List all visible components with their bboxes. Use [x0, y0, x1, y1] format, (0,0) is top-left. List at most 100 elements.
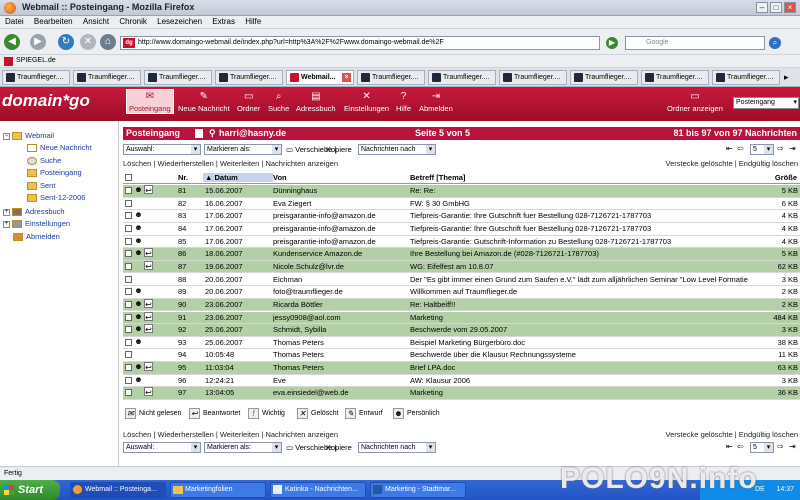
- row-from[interactable]: Eichman: [273, 274, 408, 286]
- row-checkbox[interactable]: [125, 212, 132, 220]
- messages-target-dropdown-bottom[interactable]: Nachrichten nach: [358, 442, 436, 453]
- toolbar-neue-nachricht[interactable]: ✎ Neue Nachricht: [178, 90, 230, 114]
- select-all-dropdown[interactable]: Auswahl:: [123, 144, 201, 155]
- start-button[interactable]: Start: [0, 480, 60, 500]
- row-from[interactable]: Schmidt, Sybilla: [273, 324, 408, 336]
- table-row[interactable]: 94 10:05:48 Thomas Peters Beschwerde über d…: [123, 349, 800, 363]
- first-page-icon[interactable]: ⇤: [726, 144, 733, 155]
- page-number-input-bottom[interactable]: 5: [750, 442, 774, 453]
- copy-link[interactable]: Kopiere: [326, 145, 352, 157]
- row-subject[interactable]: Willkommen auf Traumflieger.de: [410, 286, 755, 298]
- maximize-button[interactable]: □: [770, 2, 782, 13]
- col-betreff[interactable]: Betreff [Thema]: [410, 173, 465, 182]
- row-subject[interactable]: Marketing: [410, 312, 755, 324]
- row-subject[interactable]: Tiefpreis-Garantie: Ihre Gutschrift fuer…: [410, 223, 755, 235]
- row-from[interactable]: Dünninghaus: [273, 185, 408, 197]
- col-von[interactable]: Von: [273, 173, 287, 182]
- table-row[interactable]: ☻ ↩ 90 23.06.2007 Ricarda Böttler Re: Haltbei…: [123, 298, 800, 312]
- row-subject[interactable]: Der "Es gibt immer einen Grund zum Saufe…: [410, 274, 755, 286]
- first-page-icon[interactable]: ⇤: [726, 442, 733, 453]
- row-from[interactable]: preisgarantie-info@amazon.de: [273, 223, 408, 235]
- tab-10[interactable]: Traumflieger....: [641, 70, 709, 85]
- row-subject[interactable]: Re: Haltbeiff!!: [410, 299, 755, 311]
- row-from[interactable]: jessy0908@aol.com: [273, 312, 408, 324]
- row-checkbox[interactable]: [125, 187, 132, 194]
- row-checkbox[interactable]: [125, 199, 132, 207]
- row-subject[interactable]: Ihre Bestellung bei Amazon.de (#028-7126…: [410, 248, 755, 260]
- table-row[interactable]: ☻ 83 17.06.2007 preisgarantie-info@amazon.d…: [123, 210, 800, 223]
- toolbar-adressbuch[interactable]: ▤ Adressbuch: [296, 90, 336, 114]
- task-marketingfolien[interactable]: Marketingfolien: [170, 482, 266, 498]
- row-subject[interactable]: Brief LPA.doc: [410, 362, 755, 374]
- minimize-button[interactable]: –: [756, 2, 768, 13]
- prev-page-icon[interactable]: ⇦: [737, 144, 744, 155]
- row-subject[interactable]: FW: § 30 GmbHG: [410, 198, 755, 210]
- row-checkbox[interactable]: [125, 376, 132, 384]
- col-datum[interactable]: ▲ Datum: [203, 173, 273, 182]
- table-row[interactable]: ↩ 87 19.06.2007 Nicole.Schulz@lvr.de WG: Eif…: [123, 260, 800, 274]
- menu-extras[interactable]: Extras: [212, 17, 235, 26]
- tree-abmelden[interactable]: Abmelden: [13, 231, 60, 244]
- tree-webmail[interactable]: − Webmail: [3, 130, 54, 143]
- folder-select[interactable]: Posteingang ▾: [733, 97, 799, 109]
- home-icon[interactable]: ⌂: [100, 34, 116, 50]
- hide-deleted-links-bottom[interactable]: Verstecke gelöschte | Endgültig löschen: [658, 430, 798, 442]
- last-page-icon[interactable]: ⇥: [789, 144, 796, 155]
- task-katinka[interactable]: Katinka - Nachrichten...: [270, 482, 366, 498]
- toolbar-hilfe[interactable]: ? Hilfe: [396, 90, 411, 114]
- close-tab-icon[interactable]: ×: [342, 73, 351, 82]
- bookmark-spiegel[interactable]: SPIEGEL.de: [16, 57, 56, 64]
- last-page-icon[interactable]: ⇥: [789, 442, 796, 453]
- toolbar-posteingang[interactable]: ✉ Posteingang: [126, 89, 174, 114]
- toolbar-ordner[interactable]: ▭ Ordner: [237, 90, 260, 114]
- tree-adressbuch[interactable]: + Adressbuch: [3, 206, 65, 219]
- page-number-input[interactable]: 5: [750, 144, 774, 155]
- table-row[interactable]: ☻ ↩ 92 25.06.2007 Schmidt, Sybilla Beschwerde…: [123, 324, 800, 337]
- tree-sent-12-2006[interactable]: Sent-12-2006: [27, 192, 85, 205]
- table-row[interactable]: ☻ 93 25.06.2007 Thomas Peters Beispiel Marke…: [123, 337, 800, 350]
- row-checkbox[interactable]: [125, 237, 132, 245]
- go-icon[interactable]: ▶: [606, 37, 618, 49]
- table-row[interactable]: ☻ 85 17.06.2007 preisgarantie-info@amazon.d…: [123, 236, 800, 249]
- prev-page-icon[interactable]: ⇦: [737, 442, 744, 453]
- row-from[interactable]: Thomas Peters: [273, 349, 408, 361]
- table-row[interactable]: ☻ 96 12:24:21 Eve AW: Klausur 2006 3 KB: [123, 375, 800, 388]
- row-from[interactable]: eva.einsiedel@web.de: [273, 387, 408, 399]
- table-row[interactable]: 88 20.06.2007 Eichman Der "Es gibt immer ei…: [123, 274, 800, 287]
- mark-as-dropdown-bottom[interactable]: Markieren als:: [204, 442, 282, 453]
- row-checkbox[interactable]: [125, 326, 132, 334]
- row-checkbox[interactable]: [125, 389, 132, 397]
- tree-einstellungen[interactable]: + Einstellungen: [3, 218, 70, 231]
- row-checkbox[interactable]: [125, 364, 132, 372]
- url-input[interactable]: dg http://www.domaingo-webmail.de/index.…: [120, 36, 600, 50]
- tab-7[interactable]: Traumflieger....: [428, 70, 496, 85]
- toolbar-suche[interactable]: ⌕ Suche: [268, 90, 289, 114]
- row-from[interactable]: Thomas Peters: [273, 362, 408, 374]
- row-from[interactable]: foto@traumflieger.de: [273, 286, 408, 298]
- message-actions-bottom[interactable]: Löschen | Wiederherstellen | Weiterleite…: [123, 430, 338, 442]
- menu-bearbeiten[interactable]: Bearbeiten: [34, 17, 73, 26]
- row-checkbox[interactable]: [125, 262, 132, 270]
- tab-2[interactable]: Traumflieger....: [73, 70, 141, 85]
- close-window-button[interactable]: ×: [784, 2, 796, 13]
- row-from[interactable]: preisgarantie-info@amazon.de: [273, 236, 408, 248]
- collapse-icon[interactable]: −: [3, 132, 10, 140]
- row-checkbox[interactable]: [125, 300, 132, 308]
- message-actions[interactable]: Löschen | Wiederherstellen | Weiterleite…: [123, 159, 338, 171]
- table-row[interactable]: ☻ 89 20.06.2007 foto@traumflieger.de Willkom…: [123, 286, 800, 299]
- row-from[interactable]: Eva Ziegert: [273, 198, 408, 210]
- row-from[interactable]: Kundenservice Amazon.de: [273, 248, 408, 260]
- row-checkbox[interactable]: [125, 351, 132, 359]
- row-subject[interactable]: Beschwerde vom 29.05.2007: [410, 324, 755, 336]
- toolbar-abmelden[interactable]: ⇥ Abmelden: [419, 90, 453, 114]
- menu-hilfe[interactable]: Hilfe: [245, 17, 261, 26]
- hide-deleted-links[interactable]: Verstecke gelöschte | Endgültig löschen: [658, 159, 798, 171]
- row-subject[interactable]: Marketing: [410, 387, 755, 399]
- tab-webmail[interactable]: Webmail... ×: [286, 70, 354, 85]
- col-nr[interactable]: Nr.: [178, 173, 188, 182]
- row-from[interactable]: Thomas Peters: [273, 337, 408, 349]
- table-row[interactable]: ☻ 84 17.06.2007 preisgarantie-info@amazon.d…: [123, 223, 800, 236]
- row-from[interactable]: Ricarda Böttler: [273, 299, 408, 311]
- row-from[interactable]: Nicole.Schulz@lvr.de: [273, 261, 408, 273]
- menu-chronik[interactable]: Chronik: [119, 17, 147, 26]
